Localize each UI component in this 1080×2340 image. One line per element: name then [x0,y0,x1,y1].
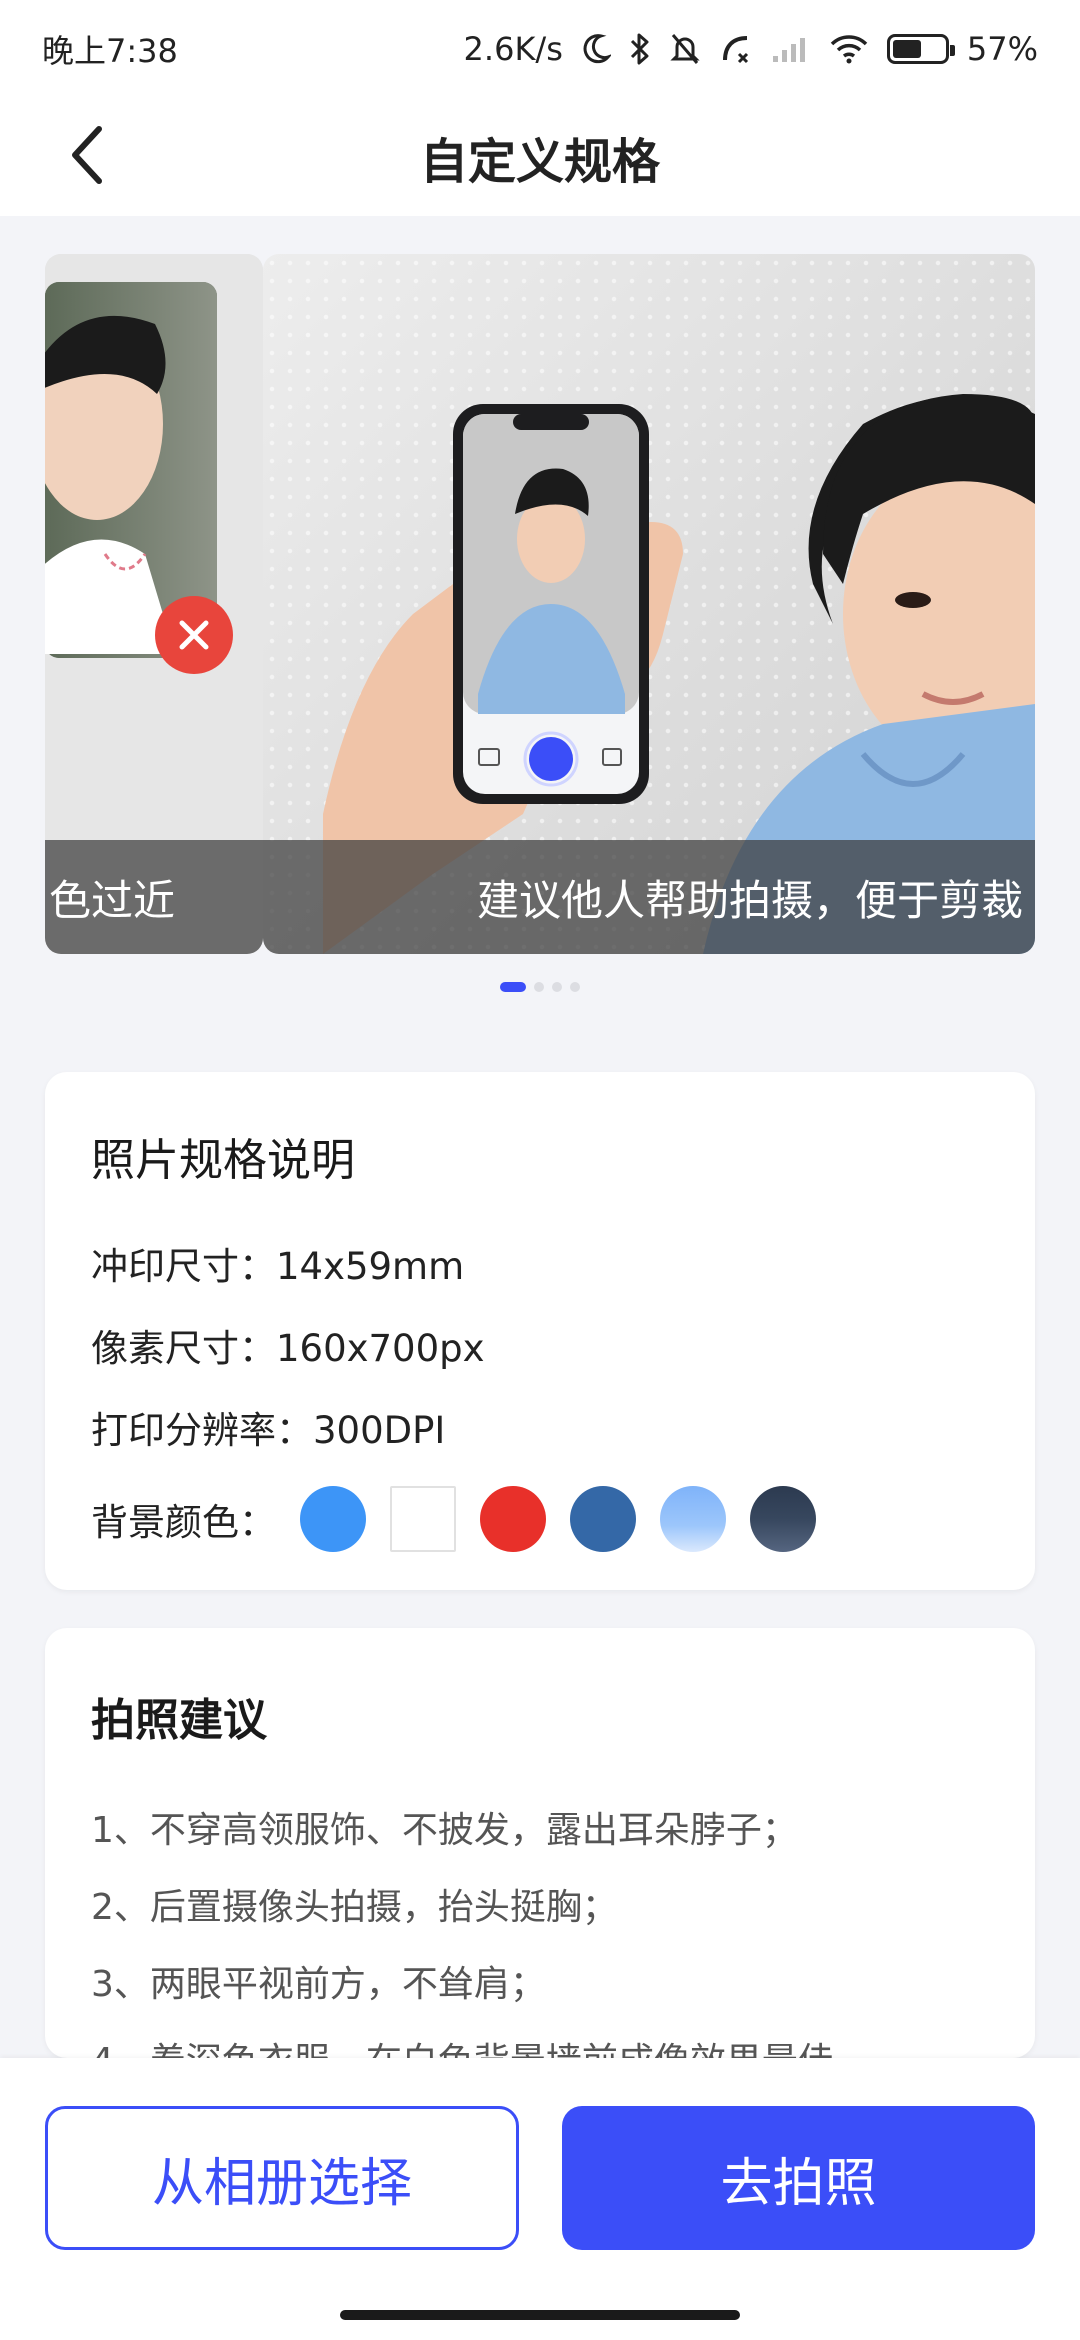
battery-fill [892,40,922,58]
tip-item: 1、不穿高领服饰、不披发，露出耳朵脖子； [91,1809,798,1851]
carousel-slide[interactable]: 色过近 [45,254,263,954]
battery-percent: 57% [966,30,1038,68]
tips-title: 拍照建议 [91,1695,267,1746]
bluetooth-icon [629,32,651,66]
color-swatch[interactable] [300,1486,366,1552]
carousel-indicator [0,982,1080,992]
back-button[interactable] [52,120,122,190]
guide-carousel[interactable]: 色过近 建议他人帮助拍摄，便于剪裁 [0,254,1080,954]
print-resolution: 打印分辨率：300DPI [91,1409,446,1452]
tip-item: 2、后置摄像头拍摄，抬头挺胸； [91,1886,618,1928]
pixel-size: 像素尺寸：160x700px [91,1327,485,1370]
signal-icon [771,34,811,64]
spec-title: 照片规格说明 [91,1135,355,1186]
background-color-row: 背景颜色： [91,1474,989,1564]
page-title: 自定义规格 [419,134,660,190]
choose-from-album-button[interactable]: 从相册选择 [45,2106,519,2250]
bottom-action-bar: 从相册选择 去拍照 [0,2058,1080,2340]
print-size: 冲印尺寸：14x59mm [91,1245,465,1288]
pager-dot [570,982,580,992]
network-speed: 2.6K/s [463,30,563,68]
header: 自定义规格 [0,98,1080,216]
close-icon [155,596,233,674]
color-swatch[interactable] [390,1486,456,1552]
color-swatch[interactable] [750,1486,816,1552]
carousel-slide[interactable]: 建议他人帮助拍摄，便于剪裁 [263,254,1035,954]
status-time: 晚上7:38 [42,32,178,70]
color-swatch[interactable] [480,1486,546,1552]
wifi-icon [829,34,869,64]
slide-caption: 建议他人帮助拍摄，便于剪裁 [263,840,1035,954]
bell-muted-icon [669,32,701,66]
chevron-left-icon [72,126,102,184]
home-indicator[interactable] [340,2310,740,2320]
battery-icon [886,34,955,64]
call-forward-icon [719,32,753,66]
tip-item: 3、两眼平视前方，不耸肩； [91,1963,546,2005]
spec-card: 照片规格说明 冲印尺寸：14x59mm 像素尺寸：160x700px 打印分辨率… [45,1072,1035,1590]
color-swatch[interactable] [660,1486,726,1552]
status-bar: 晚上7:38 2.6K/s 57% [0,0,1080,98]
pager-dot [500,982,526,992]
slide-caption: 色过近 [45,840,263,954]
pager-dot [534,982,544,992]
pager-dot [552,982,562,992]
take-photo-button[interactable]: 去拍照 [562,2106,1035,2250]
bg-color-label: 背景颜色： [91,1501,276,1544]
color-swatch[interactable] [570,1486,636,1552]
moon-icon [581,33,611,65]
tips-card: 拍照建议 1、不穿高领服饰、不披发，露出耳朵脖子； 2、后置摄像头拍摄，抬头挺胸… [45,1628,1035,2058]
tip-item: 4、着深色衣服，在白色背景墙前成像效果最佳。 [91,2019,989,2059]
